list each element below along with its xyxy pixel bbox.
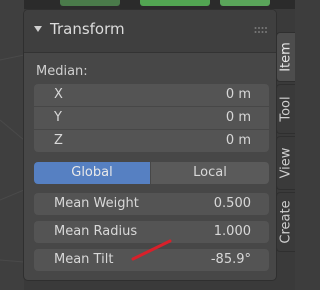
tab-label: View bbox=[278, 147, 294, 179]
transform-panel: Transform Median: X 0 m Y 0 m Z 0 m Glob… bbox=[24, 10, 276, 280]
field-label: Mean Tilt bbox=[54, 252, 114, 267]
mean-tilt-field[interactable]: Mean Tilt -85.9° bbox=[34, 249, 269, 271]
median-y-field[interactable]: Y 0 m bbox=[34, 107, 269, 129]
field-label: Y bbox=[54, 110, 62, 125]
viewport-grid-lines bbox=[0, 54, 24, 263]
field-label: Z bbox=[54, 133, 63, 148]
tab-label: Item bbox=[278, 42, 294, 72]
header-segment bbox=[60, 0, 120, 6]
tab-item[interactable]: Item bbox=[276, 32, 295, 82]
field-value: 0.500 bbox=[213, 196, 251, 211]
global-toggle-button[interactable]: Global bbox=[34, 162, 150, 184]
field-value: 0 m bbox=[225, 110, 251, 125]
mean-weight-field[interactable]: Mean Weight 0.500 bbox=[34, 193, 269, 215]
tab-view[interactable]: View bbox=[276, 136, 295, 190]
field-value: 0 m bbox=[225, 133, 251, 148]
tab-label: Tool bbox=[278, 96, 294, 122]
field-value: 0 m bbox=[225, 87, 251, 102]
median-x-field[interactable]: X 0 m bbox=[34, 84, 269, 106]
tab-label: Create bbox=[278, 200, 294, 244]
drag-handle-icon[interactable] bbox=[254, 26, 268, 34]
panel-title: Transform bbox=[50, 20, 125, 38]
median-label: Median: bbox=[36, 64, 88, 79]
blender-sidebar: Transform Median: X 0 m Y 0 m Z 0 m Glob… bbox=[0, 0, 295, 290]
chevron-down-icon[interactable] bbox=[33, 24, 43, 34]
tab-tool[interactable]: Tool bbox=[276, 84, 295, 134]
sidebar-tabs: Item Tool View Create bbox=[276, 32, 295, 252]
field-label: Mean Radius bbox=[54, 224, 138, 239]
tab-create[interactable]: Create bbox=[276, 192, 295, 252]
header-segment bbox=[220, 0, 270, 6]
viewport-edge bbox=[0, 0, 24, 290]
space-toggle: Global Local bbox=[34, 162, 269, 184]
median-z-field[interactable]: Z 0 m bbox=[34, 130, 269, 152]
field-label: X bbox=[54, 87, 63, 102]
header-segment bbox=[140, 0, 210, 6]
field-value: -85.9° bbox=[210, 252, 251, 267]
top-header-strip bbox=[0, 0, 295, 9]
mean-radius-field[interactable]: Mean Radius 1.000 bbox=[34, 221, 269, 243]
local-toggle-button[interactable]: Local bbox=[151, 162, 269, 184]
field-value: 1.000 bbox=[213, 224, 251, 239]
transform-panel-header[interactable]: Transform bbox=[24, 10, 276, 53]
field-label: Mean Weight bbox=[54, 196, 139, 211]
